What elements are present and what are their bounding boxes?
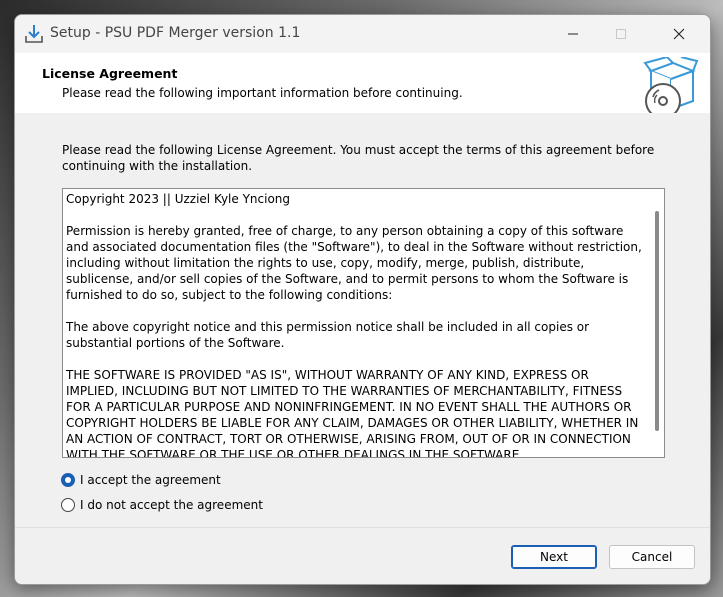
next-button[interactable]: Next [511,545,597,569]
minimize-icon [568,33,578,35]
wizard-footer: Next Cancel [15,527,710,584]
wizard-content: Please read the following License Agreem… [15,113,710,527]
setup-box-disc-icon [643,57,699,119]
intro-text: Please read the following License Agreem… [62,143,655,173]
accept-radio-option[interactable]: I accept the agreement [61,473,221,487]
decline-radio-label[interactable]: I do not accept the agreement [80,498,263,512]
title-bar[interactable]: Setup - PSU PDF Merger version 1.1 [15,15,710,53]
wizard-header: License Agreement Please read the follow… [15,53,710,119]
close-icon [673,28,685,40]
page-title: License Agreement [42,66,178,81]
scrollbar-thumb[interactable] [655,211,659,431]
decline-radio-option[interactable]: I do not accept the agreement [61,498,263,512]
decline-radio-button[interactable] [61,498,75,512]
window-title: Setup - PSU PDF Merger version 1.1 [50,25,301,41]
installer-icon [25,25,43,43]
maximize-icon [616,29,626,39]
page-subtitle: Please read the following important info… [62,86,463,100]
cancel-button[interactable]: Cancel [609,545,695,569]
close-button[interactable] [656,15,702,53]
maximize-button[interactable] [598,15,644,53]
minimize-button[interactable] [550,15,596,53]
license-textbox[interactable]: Copyright 2023 || Uzziel Kyle Ynciong Pe… [62,188,665,458]
accept-radio-button[interactable] [61,473,75,487]
license-text: Copyright 2023 || Uzziel Kyle Ynciong Pe… [66,192,642,458]
accept-radio-label[interactable]: I accept the agreement [80,473,221,487]
license-scrollbar[interactable] [650,189,664,457]
setup-window: Setup - PSU PDF Merger version 1.1 Licen… [14,14,711,585]
